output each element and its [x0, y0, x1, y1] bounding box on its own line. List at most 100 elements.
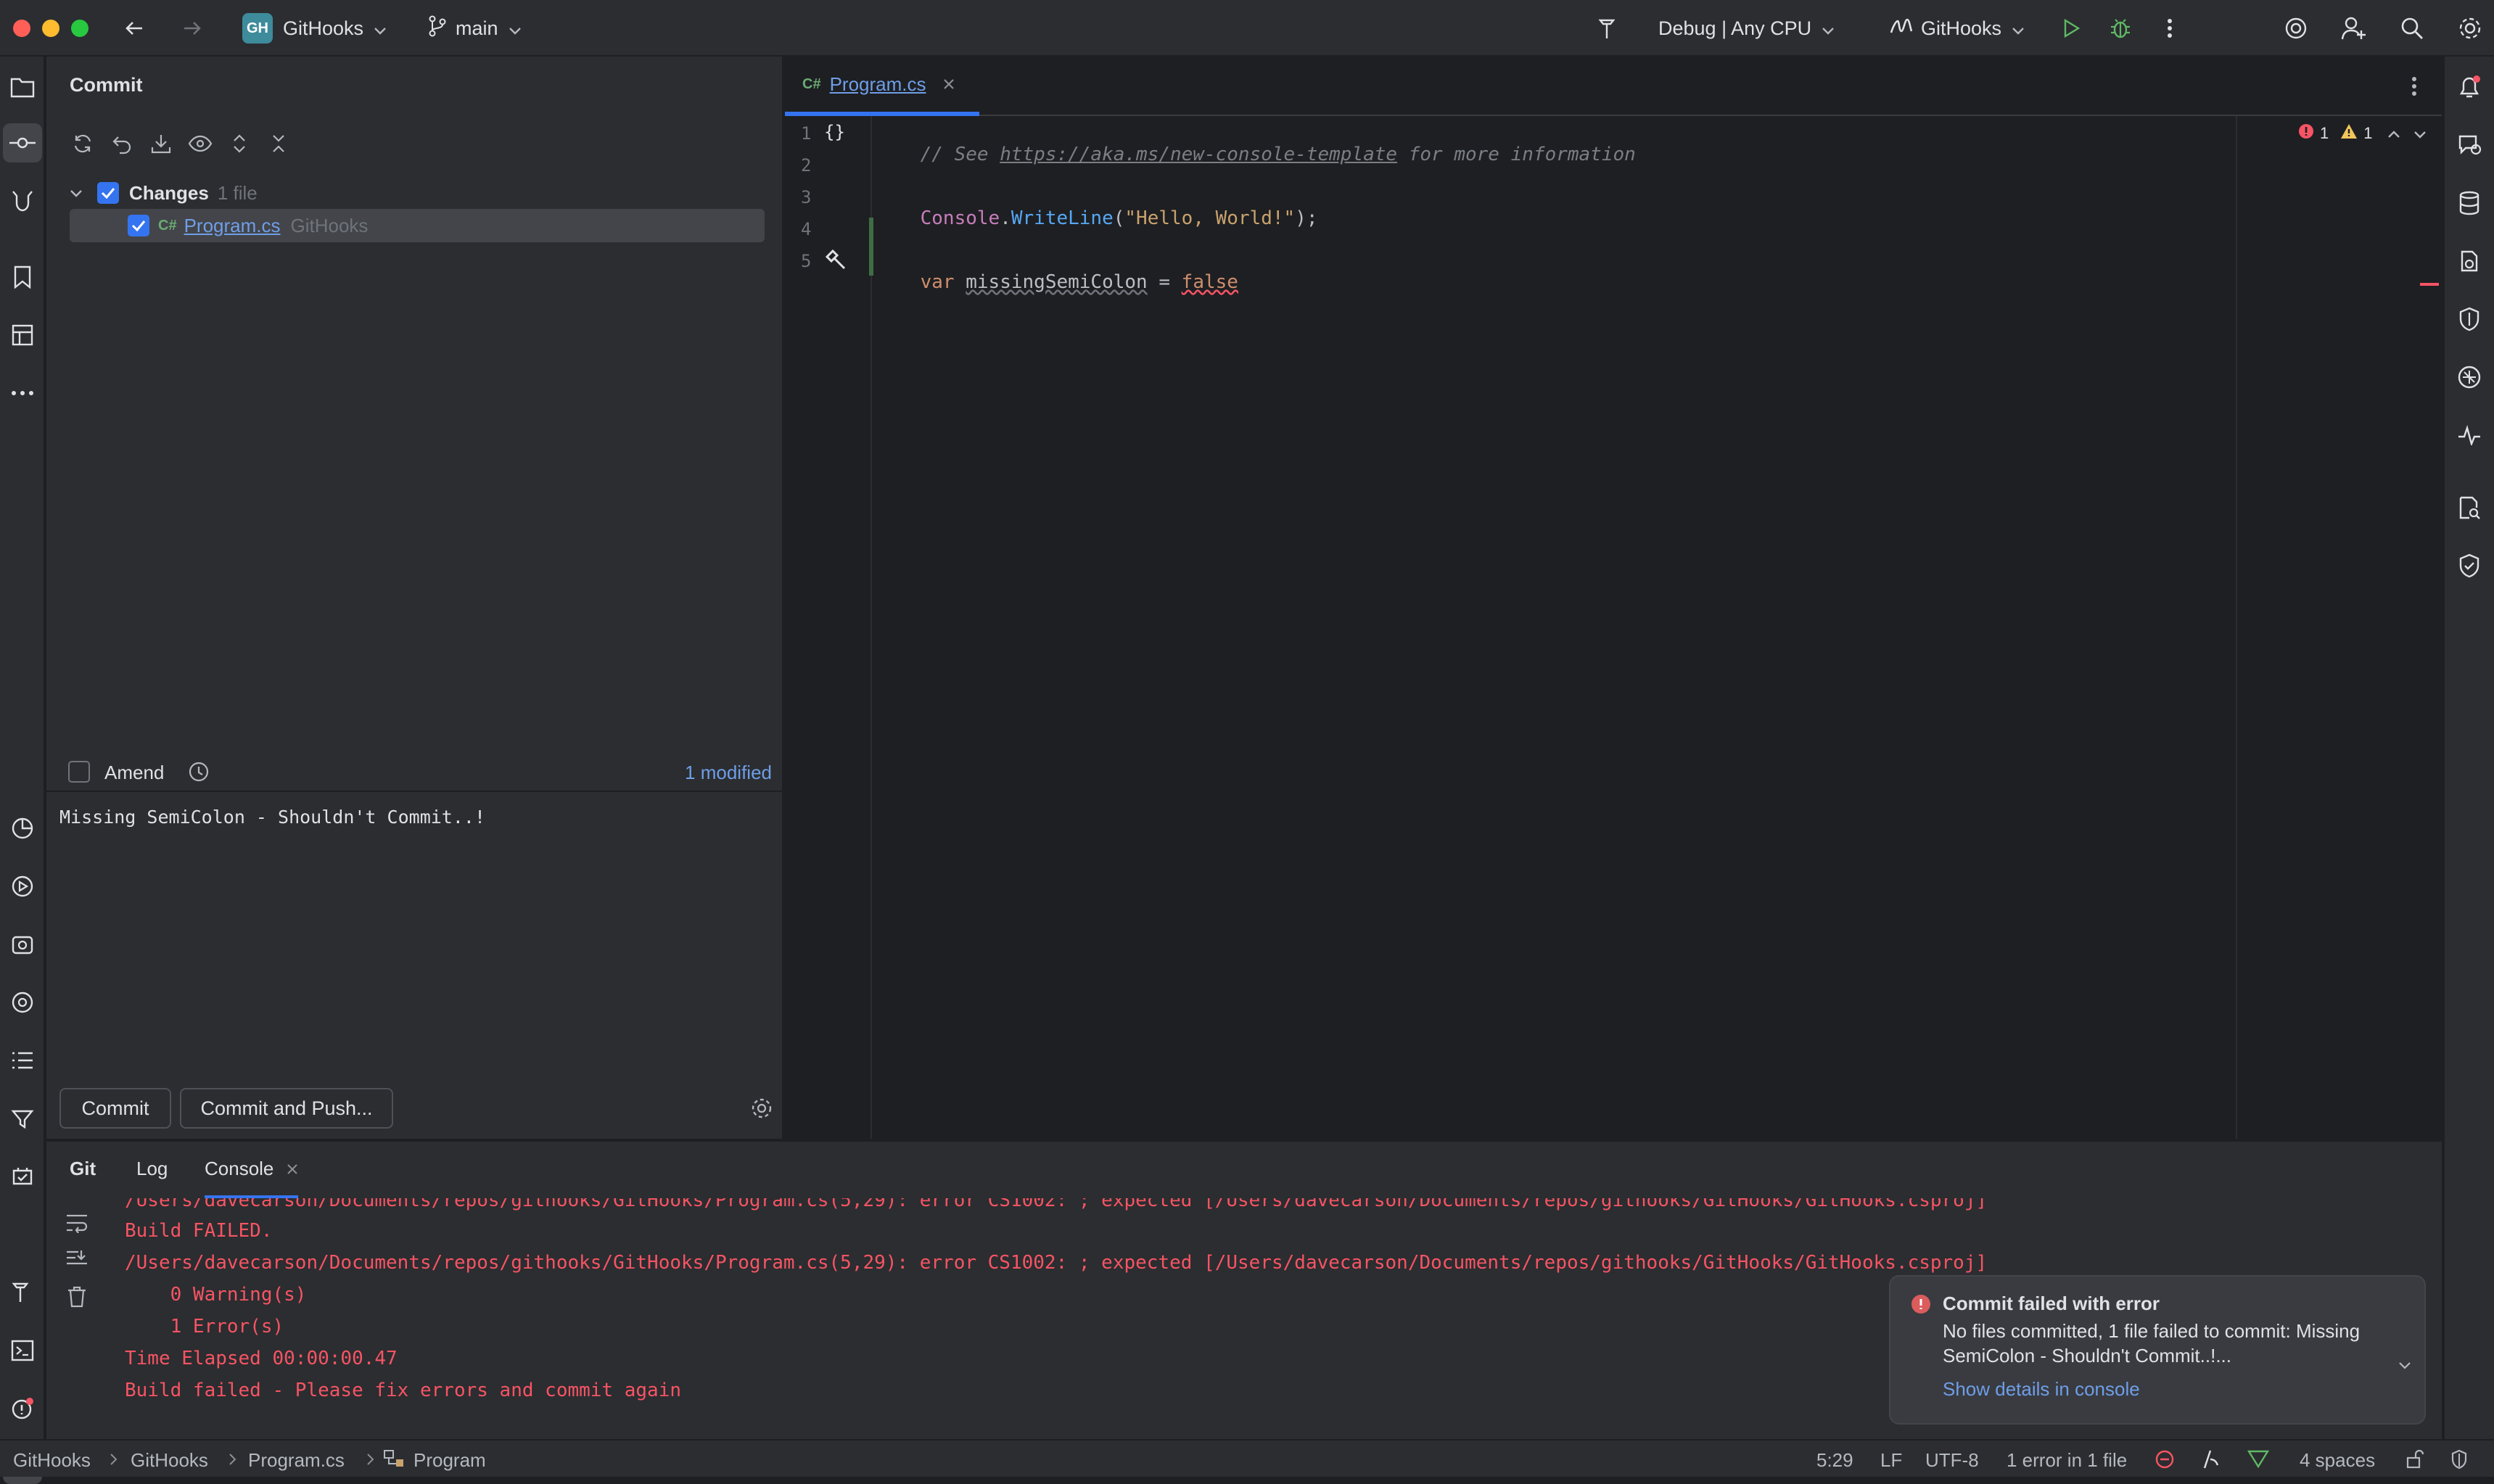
pull-requests-icon[interactable]	[7, 184, 38, 216]
show-details-link[interactable]: Show details in console	[1943, 1378, 2140, 1401]
history-clock-icon[interactable]	[187, 760, 210, 788]
chevron-down-icon[interactable]	[70, 189, 90, 197]
caret-position[interactable]: 5:29	[1816, 1449, 1853, 1472]
braces-icon[interactable]: {}	[824, 122, 845, 142]
hammer-gutter-icon[interactable]	[824, 248, 847, 276]
debug-bug-icon[interactable]	[2105, 13, 2136, 44]
code-vision-shield-icon[interactable]	[2453, 550, 2485, 582]
problems-alert-icon[interactable]	[7, 1393, 38, 1425]
update-download-icon[interactable]	[145, 129, 177, 158]
add-user-icon[interactable]	[2339, 13, 2369, 44]
scroll-to-end-icon[interactable]	[65, 1249, 89, 1276]
settings-gear-icon[interactable]	[2455, 13, 2485, 44]
tab-log[interactable]: Log	[136, 1158, 168, 1180]
next-highlight-icon[interactable]	[2413, 124, 2427, 143]
line-separator[interactable]: LF	[1880, 1449, 1902, 1472]
previous-highlight-icon[interactable]	[2387, 124, 2400, 143]
performance-monitor-icon[interactable]	[2453, 419, 2485, 451]
commit-options-gear-icon[interactable]	[750, 1097, 773, 1125]
code-line-1[interactable]: // See https://aka.ms/new-console-templa…	[875, 122, 1636, 187]
hammer-build-icon[interactable]	[1593, 13, 1623, 44]
back-arrow-icon[interactable]	[119, 13, 149, 44]
minimize-window-button[interactable]	[42, 20, 59, 37]
solution-selector[interactable]: GitHooks	[1889, 0, 2025, 57]
project-folder-icon[interactable]	[7, 71, 38, 103]
show-diff-eye-icon[interactable]	[184, 129, 216, 158]
maximize-window-button[interactable]	[71, 20, 89, 37]
soft-wrap-icon[interactable]	[65, 1213, 89, 1238]
close-tab-icon[interactable]	[942, 73, 955, 96]
refresh-icon[interactable]	[67, 129, 99, 158]
breadcrumb-file[interactable]: Program.cs	[248, 1449, 345, 1472]
run-configuration-selector[interactable]: Debug | Any CPU	[1658, 0, 1835, 57]
commit-button[interactable]: Commit	[59, 1088, 171, 1129]
endpoints-icon[interactable]	[7, 986, 38, 1018]
commit-tool-icon[interactable]	[3, 123, 42, 162]
breadcrumb-solution[interactable]: GitHooks	[13, 1449, 91, 1472]
error-summary[interactable]: 1 error in 1 file	[2007, 1449, 2127, 1472]
breadcrumb-project[interactable]: GitHooks	[131, 1449, 208, 1472]
security-shield-icon[interactable]	[2453, 303, 2485, 335]
changes-group-row[interactable]: Changes 1 file	[70, 177, 258, 209]
notifications-bell-icon[interactable]	[2453, 71, 2485, 103]
collapse-all-icon[interactable]	[263, 129, 295, 158]
error-icon	[2298, 123, 2314, 144]
breadcrumb-class[interactable]: Program	[413, 1449, 486, 1472]
docker-icon[interactable]	[2453, 361, 2485, 393]
expand-all-icon[interactable]	[223, 129, 255, 158]
inspections-shield-icon[interactable]	[2450, 1449, 2468, 1475]
error-stripe-marker[interactable]	[2420, 283, 2439, 286]
database-icon[interactable]	[2453, 187, 2485, 219]
readonly-lock-icon[interactable]	[2405, 1449, 2424, 1475]
file-checkbox[interactable]	[128, 215, 149, 236]
unit-tests-icon[interactable]	[7, 1161, 38, 1192]
code-line-3[interactable]: Console.WriteLine("Hello, World!");	[875, 186, 1318, 251]
todo-list-icon[interactable]	[7, 1044, 38, 1076]
tab-console[interactable]: Console	[205, 1142, 299, 1200]
run-tool-icon[interactable]	[7, 870, 38, 902]
services-icon[interactable]	[7, 928, 38, 960]
commit-failed-notification[interactable]: Commit failed with error No files commit…	[1889, 1275, 2426, 1425]
ai-chat-icon[interactable]	[2453, 129, 2485, 161]
find-file-icon[interactable]	[2453, 492, 2485, 524]
structure-icon[interactable]	[7, 319, 38, 351]
close-tab-icon[interactable]	[287, 1158, 298, 1180]
build-hammer-icon[interactable]	[7, 1277, 38, 1308]
ai-completion-icon[interactable]	[2202, 1449, 2220, 1475]
amend-checkbox[interactable]	[68, 761, 90, 783]
editor-tab-program-cs[interactable]: C# Program.cs	[785, 57, 979, 116]
nuget-icon[interactable]	[2453, 245, 2485, 277]
more-actions-icon[interactable]	[2155, 13, 2185, 44]
modified-count[interactable]: 1 modified	[685, 762, 772, 784]
problems-icon[interactable]	[7, 1102, 38, 1134]
search-icon[interactable]	[2397, 13, 2427, 44]
coverage-icon[interactable]	[7, 812, 38, 844]
commit-and-push-button[interactable]: Commit and Push...	[180, 1088, 393, 1129]
no-entry-icon[interactable]	[2155, 1449, 2175, 1475]
indent-setting[interactable]: 4 spaces	[2300, 1449, 2375, 1472]
analysis-status-icon[interactable]	[2247, 1449, 2270, 1473]
run-play-icon[interactable]	[2056, 13, 2086, 44]
inspection-widget[interactable]: 1 1	[2298, 123, 2427, 144]
comment-link[interactable]: https://aka.ms/new-console-template	[1000, 144, 1397, 165]
changed-file-row[interactable]: C# Program.cs GitHooks	[70, 209, 765, 242]
file-encoding[interactable]: UTF-8	[1925, 1449, 1979, 1472]
bookmarks-icon[interactable]	[7, 261, 38, 293]
ai-assistant-icon[interactable]	[2281, 13, 2311, 44]
project-switcher[interactable]: GH GitHooks	[242, 0, 387, 57]
commit-message-input[interactable]: Missing SemiColon - Shouldn't Commit..!	[59, 807, 770, 1133]
close-window-button[interactable]	[13, 20, 30, 37]
amend-label[interactable]: Amend	[104, 762, 164, 784]
changes-checkbox[interactable]	[97, 182, 119, 204]
more-tools-icon[interactable]	[7, 377, 38, 409]
editor-more-icon[interactable]	[2411, 75, 2417, 102]
code-line-5[interactable]: var missingSemiColon = false	[875, 250, 1238, 315]
rollback-icon[interactable]	[106, 129, 138, 158]
forward-arrow-icon[interactable]	[177, 13, 207, 44]
clear-trash-icon[interactable]	[67, 1285, 87, 1314]
breadcrumb-separator-icon	[109, 1449, 118, 1472]
expand-chevron-icon[interactable]	[2398, 1352, 2411, 1374]
tab-git[interactable]: Git	[70, 1158, 96, 1180]
terminal-icon[interactable]	[7, 1335, 38, 1366]
branch-switcher[interactable]: main	[428, 0, 522, 57]
